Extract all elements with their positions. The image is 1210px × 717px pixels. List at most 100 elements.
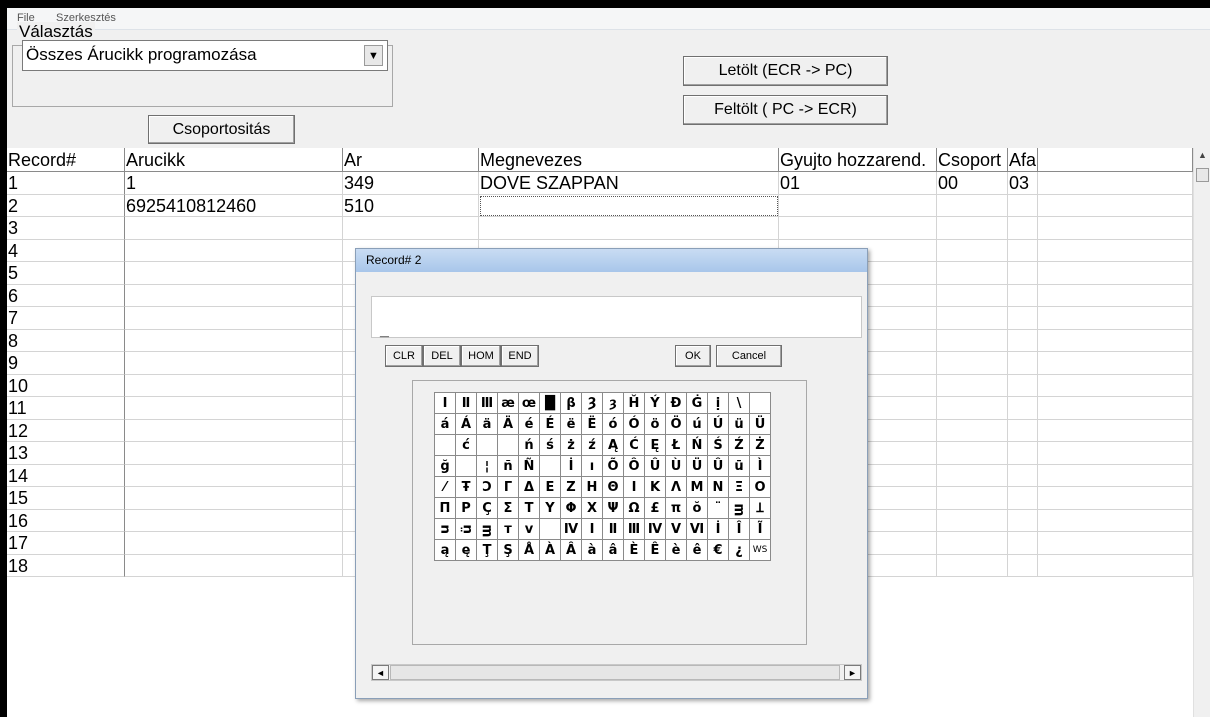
char-cell[interactable]: Ź [728, 434, 750, 456]
record-number-cell[interactable]: 7 [7, 307, 125, 330]
char-cell[interactable]: Ȝ [581, 392, 603, 414]
end-button[interactable]: END [501, 345, 539, 367]
table-cell[interactable]: DOVE SZAPPAN [479, 172, 779, 195]
char-cell[interactable]: ó [602, 413, 624, 435]
char-cell[interactable]: Ü [749, 413, 771, 435]
char-cell[interactable]: Ù [665, 455, 687, 477]
char-cell[interactable]: Σ [497, 497, 519, 519]
char-cell[interactable]: Ⅳ [560, 518, 582, 540]
char-cell[interactable]: Û [644, 455, 666, 477]
table-cell[interactable] [937, 509, 1008, 532]
table-cell[interactable] [1008, 352, 1038, 375]
char-cell[interactable]: Ł [665, 434, 687, 456]
char-cell[interactable]: X [581, 497, 603, 519]
table-cell[interactable] [937, 397, 1008, 420]
char-cell[interactable]: Ń [686, 434, 708, 456]
table-cell-empty[interactable] [1038, 284, 1193, 307]
table-cell-empty[interactable] [1038, 509, 1193, 532]
char-cell[interactable]: Î [728, 518, 750, 540]
table-cell[interactable] [1008, 397, 1038, 420]
char-cell[interactable]: ᴛ [497, 518, 519, 540]
char-cell[interactable]: P [455, 497, 477, 519]
char-cell[interactable]: ë [560, 413, 582, 435]
char-cell[interactable]: ȝ [602, 392, 624, 414]
char-cell[interactable]: π [665, 497, 687, 519]
char-cell[interactable] [455, 455, 477, 477]
record-number-cell[interactable]: 5 [7, 262, 125, 285]
table-cell[interactable]: 03 [1008, 172, 1038, 195]
char-cell[interactable]: E [539, 476, 561, 498]
record-number-cell[interactable]: 10 [7, 374, 125, 397]
char-cell[interactable]: ¦ [476, 455, 498, 477]
table-cell-empty[interactable] [1038, 419, 1193, 442]
table-cell[interactable] [125, 352, 343, 375]
char-cell[interactable]: Ⅵ [686, 518, 708, 540]
cancel-button[interactable]: Cancel [716, 345, 782, 367]
char-cell[interactable]: Ⅱ [455, 392, 477, 414]
char-cell[interactable]: Ͻ [476, 476, 498, 498]
char-cell[interactable]: ¨ [707, 497, 729, 519]
char-cell[interactable]: Ý [644, 392, 666, 414]
table-cell[interactable] [937, 464, 1008, 487]
char-cell[interactable]: Ξ [728, 476, 750, 498]
char-cell[interactable]: ᴞ [455, 518, 477, 540]
table-cell[interactable] [125, 509, 343, 532]
char-cell[interactable]: ż [560, 434, 582, 456]
char-cell[interactable]: à [581, 539, 603, 561]
column-header[interactable]: Gyujto hozzarend. [779, 148, 937, 172]
char-cell[interactable]: I [623, 476, 645, 498]
table-cell[interactable] [125, 464, 343, 487]
table-cell-empty[interactable] [1038, 172, 1193, 195]
table-cell[interactable] [125, 419, 343, 442]
char-cell[interactable]: ú [686, 413, 708, 435]
char-cell[interactable]: ñ [497, 455, 519, 477]
table-cell[interactable] [343, 217, 479, 240]
char-cell[interactable]: Ë [581, 413, 603, 435]
record-number-cell[interactable]: 14 [7, 464, 125, 487]
char-cell[interactable]: £ [644, 497, 666, 519]
column-header-empty[interactable] [1038, 148, 1193, 172]
table-cell-empty[interactable] [1038, 487, 1193, 510]
char-cell[interactable]: ğ [434, 455, 456, 477]
char-cell[interactable]: ŏ [686, 497, 708, 519]
char-cell[interactable]: Π [434, 497, 456, 519]
table-cell[interactable] [1008, 239, 1038, 262]
column-header[interactable]: Ar [343, 148, 479, 172]
table-cell[interactable] [125, 329, 343, 352]
char-cell[interactable]: Ñ [518, 455, 540, 477]
char-cell[interactable]: é [518, 413, 540, 435]
record-number-cell[interactable]: 6 [7, 284, 125, 307]
char-cell[interactable]: Ĩ [749, 518, 771, 540]
table-cell-empty[interactable] [1038, 554, 1193, 577]
hom-button[interactable]: HOM [461, 345, 501, 367]
table-cell[interactable] [125, 262, 343, 285]
char-cell[interactable]: Ⅴ [665, 518, 687, 540]
table-cell[interactable] [937, 307, 1008, 330]
char-cell[interactable]: Û [707, 455, 729, 477]
table-cell[interactable] [1008, 487, 1038, 510]
char-cell[interactable]: Ⅳ [644, 518, 666, 540]
char-cell[interactable]: œ [518, 392, 540, 414]
char-cell[interactable]: Ⅱ [602, 518, 624, 540]
char-cell[interactable]: È [623, 539, 645, 561]
char-cell[interactable]: É [539, 413, 561, 435]
table-cell[interactable] [1008, 532, 1038, 555]
table-cell[interactable] [937, 217, 1008, 240]
char-cell[interactable]: Õ [602, 455, 624, 477]
table-cell[interactable] [937, 329, 1008, 352]
table-cell[interactable] [937, 239, 1008, 262]
ok-button[interactable]: OK [675, 345, 711, 367]
char-cell[interactable]: T [518, 497, 540, 519]
table-cell[interactable] [125, 217, 343, 240]
char-cell[interactable]: β [560, 392, 582, 414]
char-cell[interactable]: Ş [497, 539, 519, 561]
char-cell[interactable]: ᴝ [434, 518, 456, 540]
char-cell[interactable]: H [581, 476, 603, 498]
char-cell[interactable]: ᴟ [728, 497, 750, 519]
char-cell[interactable]: Ê [644, 539, 666, 561]
char-cell[interactable]: K [644, 476, 666, 498]
table-cell[interactable] [1008, 329, 1038, 352]
char-cell[interactable]: Ŧ [455, 476, 477, 498]
char-cell[interactable]: Θ [602, 476, 624, 498]
download-button[interactable]: Letölt (ECR -> PC) [683, 56, 888, 86]
